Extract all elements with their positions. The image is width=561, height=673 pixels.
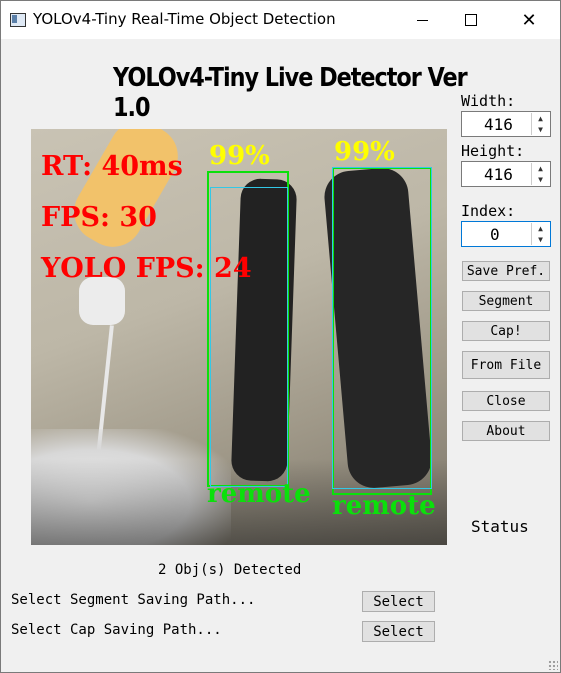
detection-count: 2 Obj(s) Detected [158,562,302,578]
status-label: Status [471,517,529,536]
select-cap-path-button[interactable]: Select [362,621,435,642]
yolo-fps-readout: YOLO FPS: 24 [41,253,252,284]
height-label: Height: [461,142,525,160]
detection-box-inner [210,187,288,487]
width-label: Width: [461,92,516,110]
index-value: 0 [490,225,500,244]
spin-down-icon[interactable]: ▼ [531,234,549,245]
height-spinbox[interactable]: 416 ▲ ▼ [461,161,551,187]
close-button[interactable]: Close [462,391,550,411]
detection-label: remote [207,479,311,509]
resize-grip-icon[interactable] [548,660,558,670]
spin-up-icon[interactable]: ▲ [531,163,549,174]
detection-confidence: 99% [334,137,395,167]
app-icon [10,13,26,27]
width-spinbox[interactable]: 416 ▲ ▼ [461,111,551,137]
close-window-button[interactable]: ✕ [506,1,552,39]
fps-readout: FPS: 30 [41,202,157,233]
spin-down-icon[interactable]: ▼ [531,124,549,135]
background-object [63,129,189,258]
app-heading: YOLOv4-Tiny Live Detector Ver 1.0 [113,63,468,123]
cap-path-label: Select Cap Saving Path... [11,622,222,638]
window-title: YOLOv4-Tiny Real-Time Object Detection [33,10,336,28]
cap-button[interactable]: Cap! [462,321,550,341]
height-value: 416 [484,165,513,184]
video-preview: 99% 99% remote remote RT: 40ms FPS: 30 Y… [31,129,447,545]
spin-down-icon[interactable]: ▼ [531,174,549,185]
spin-up-icon[interactable]: ▲ [531,223,549,234]
background-object [79,277,125,325]
segment-button[interactable]: Segment [462,291,550,311]
main-window: YOLOv4-Tiny Real-Time Object Detection ✕… [0,0,561,673]
about-button[interactable]: About [462,421,550,441]
detection-box-inner [332,167,432,489]
title-bar[interactable]: YOLOv4-Tiny Real-Time Object Detection ✕ [1,1,560,39]
index-spinbox[interactable]: 0 ▲ ▼ [461,221,551,247]
save-pref-button[interactable]: Save Pref. [462,261,550,281]
from-file-button[interactable]: From File [462,351,550,379]
minimize-button[interactable] [399,1,445,39]
detection-label: remote [332,491,436,521]
width-value: 416 [484,115,513,134]
detection-confidence: 99% [209,141,270,171]
rt-readout: RT: 40ms [41,151,183,182]
spin-up-icon[interactable]: ▲ [531,113,549,124]
segment-path-label: Select Segment Saving Path... [11,592,256,608]
index-label: Index: [461,202,516,220]
maximize-button[interactable] [448,1,494,39]
select-segment-path-button[interactable]: Select [362,591,435,612]
